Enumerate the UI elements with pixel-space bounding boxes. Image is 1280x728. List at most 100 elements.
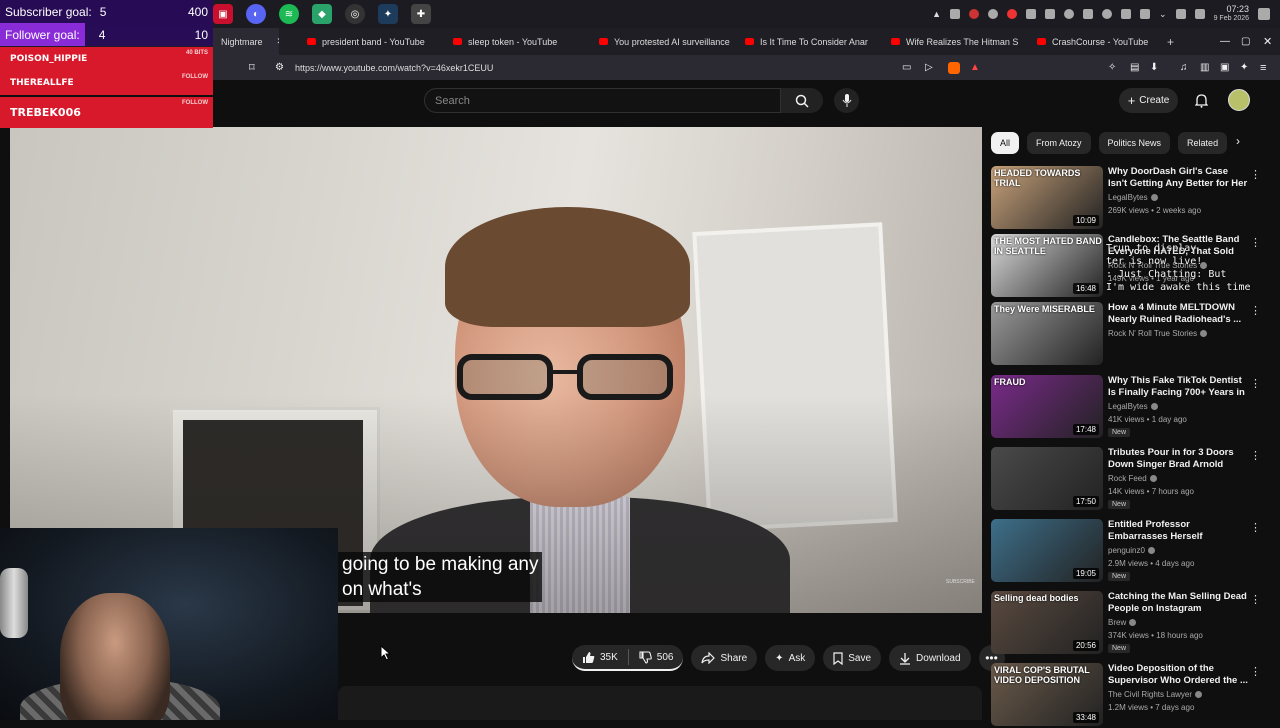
screenshot-icon[interactable]: ▭ bbox=[902, 62, 911, 73]
recommendation-item[interactable]: 17:50 Tributes Pour in for 3 Doors Down S… bbox=[991, 447, 1280, 512]
discord-icon[interactable]: ◐ bbox=[246, 4, 266, 24]
site-info-icon[interactable]: ⚙ bbox=[275, 62, 284, 73]
dislike-button[interactable]: 506 bbox=[629, 644, 684, 670]
play-icon[interactable] bbox=[1064, 9, 1075, 19]
voice-search-button[interactable] bbox=[834, 88, 859, 113]
chip-related[interactable]: Related bbox=[1178, 132, 1228, 154]
record-icon[interactable] bbox=[1007, 9, 1018, 19]
tab[interactable]: CrashCourse - YouTube bbox=[1029, 28, 1167, 55]
tab[interactable]: sleep token - YouTube bbox=[445, 28, 591, 55]
brave-shield-icon[interactable] bbox=[948, 61, 960, 74]
wallet-icon[interactable]: ♫ bbox=[1180, 62, 1188, 73]
maximize-icon[interactable]: ▢ bbox=[1241, 36, 1250, 47]
close-icon[interactable]: ✕ bbox=[277, 36, 279, 47]
url-field[interactable]: https://www.youtube.com/watch?v=46xekr1C… bbox=[295, 63, 493, 73]
notifications-button[interactable] bbox=[1191, 91, 1211, 111]
minimize-icon[interactable]: — bbox=[1220, 36, 1230, 47]
send-icon[interactable]: ▷ bbox=[925, 62, 933, 73]
spotify-icon[interactable]: ≋ bbox=[279, 4, 299, 24]
video-thumbnail[interactable]: 19:05 bbox=[991, 519, 1103, 582]
like-button[interactable]: 35K bbox=[572, 644, 628, 670]
more-options-icon[interactable]: ⋮ bbox=[1250, 168, 1261, 181]
chevron-up-icon[interactable]: ▲ bbox=[932, 9, 941, 19]
video-thumbnail[interactable]: HEADED TOWARDS TRIAL 10:09 bbox=[991, 166, 1103, 229]
video-title[interactable]: Video Deposition of the Supervisor Who O… bbox=[1108, 663, 1248, 687]
tab[interactable]: Wife Realizes The Hitman S bbox=[883, 28, 1029, 55]
pdf-app-icon[interactable]: ▣ bbox=[213, 4, 233, 24]
steam-icon[interactable] bbox=[988, 9, 999, 19]
subscribe-watermark[interactable]: SUBSCRIBE bbox=[946, 579, 975, 585]
download-button[interactable]: Download bbox=[889, 645, 971, 671]
channel-name[interactable]: Brew bbox=[1108, 618, 1137, 627]
channel-name[interactable]: Rock Feed bbox=[1108, 474, 1157, 483]
leo-icon[interactable]: ✦ bbox=[1240, 62, 1248, 73]
menu-icon[interactable]: ≡ bbox=[1260, 62, 1266, 74]
video-title[interactable]: Why This Fake TikTok Dentist Is Finally … bbox=[1108, 375, 1248, 399]
recommendation-item[interactable]: 19:05 Entitled Professor Embarrasses Hers… bbox=[991, 519, 1280, 584]
close-window-icon[interactable]: ✕ bbox=[1263, 35, 1272, 48]
display-icon[interactable] bbox=[1140, 9, 1151, 19]
tab[interactable]: president band - YouTube bbox=[299, 28, 445, 55]
more-options-icon[interactable]: ⋮ bbox=[1250, 665, 1261, 678]
more-options-icon[interactable]: ⋮ bbox=[1250, 449, 1261, 462]
avatar[interactable] bbox=[1228, 89, 1250, 111]
tray-icon[interactable] bbox=[969, 9, 980, 19]
new-tab-icon[interactable]: + bbox=[1167, 35, 1174, 49]
chevron-right-icon[interactable]: › bbox=[1236, 134, 1240, 148]
recommendation-item[interactable]: They Were MISERABLE How a 4 Minute MELTDO… bbox=[991, 302, 1280, 367]
tab[interactable]: You protested AI surveillance bbox=[591, 28, 737, 55]
chip-from-atozy[interactable]: From Atozy bbox=[1027, 132, 1091, 154]
bluetooth-icon[interactable] bbox=[1083, 9, 1094, 19]
download-tray-icon[interactable]: ⬇ bbox=[1150, 62, 1158, 73]
tool-app-icon[interactable]: ✚ bbox=[411, 4, 431, 24]
video-title[interactable]: Tributes Pour in for 3 Doors Down Singer… bbox=[1108, 447, 1248, 471]
recommendation-item[interactable]: FRAUD 17:48 Why This Fake TikTok Dentist I… bbox=[991, 375, 1280, 440]
obs-icon[interactable]: ◎ bbox=[345, 4, 365, 24]
davinci-icon[interactable]: ✦ bbox=[378, 4, 398, 24]
chip-all[interactable]: All bbox=[991, 132, 1020, 154]
channel-name[interactable]: Rock N' Roll True Stories bbox=[1108, 329, 1208, 338]
video-thumbnail[interactable]: VIRAL COP'S BRUTAL VIDEO DEPOSITION 33:48 bbox=[991, 663, 1103, 726]
tray-icon[interactable] bbox=[1045, 9, 1056, 19]
ask-button[interactable]: ✦ Ask bbox=[765, 645, 816, 671]
more-options-icon[interactable]: ⋮ bbox=[1250, 593, 1261, 606]
create-button[interactable]: + Create bbox=[1119, 88, 1178, 113]
channel-name[interactable]: LegalBytes bbox=[1108, 402, 1158, 411]
chevron-down-icon[interactable]: ⌄ bbox=[1159, 9, 1167, 20]
volume-icon[interactable] bbox=[1194, 9, 1205, 19]
video-thumbnail[interactable]: THE MOST HATED BAND IN SEATTLE 16:48 bbox=[991, 234, 1103, 297]
channel-name[interactable]: LegalBytes bbox=[1108, 193, 1158, 202]
channel-name[interactable]: The Civil Rights Lawyer bbox=[1108, 690, 1203, 699]
tab-active[interactable]: Nightmare ✕ bbox=[213, 28, 279, 55]
recommendation-item[interactable]: VIRAL COP'S BRUTAL VIDEO DEPOSITION 33:48… bbox=[991, 663, 1280, 728]
mic-tray-icon[interactable] bbox=[1121, 9, 1132, 19]
brightness-icon[interactable] bbox=[1102, 9, 1113, 19]
recommendation-item[interactable]: HEADED TOWARDS TRIAL 10:09 Why DoorDash Gi… bbox=[991, 166, 1280, 231]
save-button[interactable]: Save bbox=[823, 645, 882, 671]
search-button[interactable] bbox=[781, 88, 823, 113]
profile-icon[interactable]: ▣ bbox=[1220, 62, 1229, 73]
share-button[interactable]: Share bbox=[691, 645, 758, 671]
tray-icon[interactable] bbox=[1026, 9, 1037, 19]
tab[interactable]: Is It Time To Consider Anar bbox=[737, 28, 883, 55]
wifi-icon[interactable] bbox=[1175, 9, 1186, 19]
video-thumbnail[interactable]: Selling dead bodies 20:56 bbox=[991, 591, 1103, 654]
bookmark-icon[interactable]: ⌑ bbox=[249, 61, 255, 74]
sidebar-toggle-icon[interactable]: ▤ bbox=[1130, 62, 1139, 73]
notifications-icon[interactable] bbox=[1258, 8, 1270, 20]
more-options-icon[interactable]: ⋮ bbox=[1250, 521, 1261, 534]
video-title[interactable]: How a 4 Minute MELTDOWN Nearly Ruined Ra… bbox=[1108, 302, 1248, 326]
chip-politics-news[interactable]: Politics News bbox=[1098, 132, 1171, 154]
video-title[interactable]: Catching the Man Selling Dead People on … bbox=[1108, 591, 1248, 615]
video-thumbnail[interactable]: 17:50 bbox=[991, 447, 1103, 510]
video-thumbnail[interactable]: FRAUD 17:48 bbox=[991, 375, 1103, 438]
tray-icon[interactable] bbox=[950, 9, 961, 19]
clock[interactable]: 07:23 9 Feb 2026 bbox=[1214, 4, 1249, 24]
recommendation-item[interactable]: Selling dead bodies 20:56 Catching the Man… bbox=[991, 591, 1280, 656]
extensions-icon[interactable]: ✧ bbox=[1108, 62, 1116, 73]
more-options-icon[interactable]: ⋮ bbox=[1250, 304, 1261, 317]
video-thumbnail[interactable]: They Were MISERABLE bbox=[991, 302, 1103, 365]
channel-name[interactable]: penguinz0 bbox=[1108, 546, 1155, 555]
more-options-icon[interactable]: ⋮ bbox=[1250, 377, 1261, 390]
video-title[interactable]: Why DoorDash Girl's Case Isn't Getting A… bbox=[1108, 166, 1248, 190]
